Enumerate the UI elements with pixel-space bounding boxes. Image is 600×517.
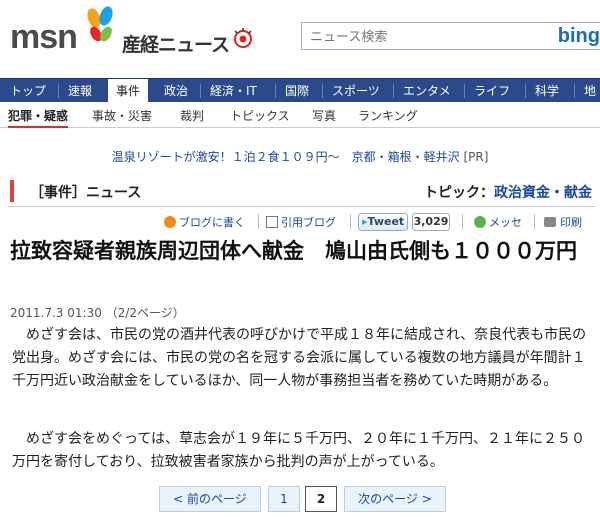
blog-icon (164, 216, 176, 228)
article-dateline: 2011.7.3 01:30 （2/2ページ） (10, 306, 185, 320)
topic-label: トピック： (424, 185, 494, 201)
nav-sokuhou[interactable]: 速報 (60, 79, 100, 103)
print-link[interactable]: 印刷 (544, 214, 582, 230)
print-label: 印刷 (560, 216, 582, 229)
blog-write-label: ブログに書く (179, 216, 245, 229)
tools-divider (258, 214, 259, 229)
messe-label: メッセ (489, 216, 522, 229)
article-paragraph: めざす会をめぐっては、草志会が１９年に５千万円、２０年に１千万円、２１年に２５０… (12, 431, 586, 470)
article-paragraph: めざす会は、市民の党の酒井代表の呼びかけで平成１８年に結成され、奈良代表も市民の… (12, 327, 587, 389)
subnav-hanzai[interactable]: 犯罪・疑惑 (8, 107, 69, 128)
nav-kokusai[interactable]: 国際 (277, 79, 317, 103)
page-1-button[interactable]: 1 (268, 486, 300, 512)
nav-sports[interactable]: スポーツ (324, 79, 388, 103)
nav-seiji[interactable]: 政治 (156, 79, 196, 103)
quote-blog-label: 引用ブログ (281, 216, 336, 229)
printer-icon (544, 217, 556, 227)
pr-ad: 温泉リゾートが激安！１泊２食１０９円〜 京都・箱根・軽井沢 [PR] (0, 148, 600, 165)
nav-top[interactable]: トップ (2, 79, 54, 103)
tweet-count[interactable]: 3,029 (412, 213, 450, 231)
subnav-topics[interactable]: トピックス (230, 107, 290, 124)
tools-divider (350, 214, 351, 229)
nav-divider (525, 84, 526, 98)
search-input[interactable] (310, 27, 540, 47)
msn-butterfly-icon (87, 6, 113, 42)
section-title[interactable]: ［事件］ニュース (30, 182, 141, 202)
site-header: msn 産経ニュース bing (0, 0, 600, 78)
nav-divider (574, 84, 575, 98)
tools-divider (534, 214, 535, 229)
tweet-label: Tweet (367, 215, 405, 228)
prev-page-button[interactable]: < 前のページ (159, 486, 261, 512)
messenger-icon (474, 216, 486, 228)
topic-line: トピック：政治資金・献金 (424, 182, 592, 202)
nav-divider (200, 84, 201, 98)
msn-logo[interactable]: msn (10, 18, 78, 57)
next-page-button[interactable]: 次のページ > (344, 486, 446, 512)
subnav-photo[interactable]: 写真 (312, 107, 336, 124)
nav-life[interactable]: ライフ (466, 79, 518, 103)
section-accent-bar (10, 180, 14, 202)
search-box: bing (301, 22, 600, 50)
subnav-jiko[interactable]: 事故・災害 (92, 107, 152, 124)
topic-link[interactable]: 政治資金・献金 (494, 185, 592, 201)
sankei-news-logo[interactable]: 産経ニュース (122, 30, 230, 57)
subnav-ranking[interactable]: ランキング (358, 107, 418, 124)
bing-logo[interactable]: bing (558, 25, 600, 48)
nav-chihou[interactable]: 地 (576, 79, 600, 103)
nav-divider (464, 84, 465, 98)
nav-jiken[interactable]: 事件 (108, 79, 149, 103)
quote-blog-link[interactable]: 引用ブログ (266, 214, 336, 230)
nav-divider (58, 84, 59, 98)
nav-divider (322, 84, 323, 98)
sankei-mark-icon (234, 28, 252, 48)
nav-keizai[interactable]: 経済・IT (202, 79, 265, 103)
nav-divider (275, 84, 276, 98)
nav-divider (393, 84, 394, 98)
main-nav: トップ 速報 事件 政治 経済・IT 国際 スポーツ エンタメ ライフ 科学 地 (0, 78, 600, 103)
messe-link[interactable]: メッセ (474, 214, 522, 230)
pr-tag: [PR] (463, 150, 489, 164)
nav-kagaku[interactable]: 科学 (527, 79, 567, 103)
page-2-current: 2 (305, 486, 337, 512)
nav-entame[interactable]: エンタメ (395, 79, 459, 103)
pr-ad-link[interactable]: 温泉リゾートが激安！１泊２食１０９円〜 京都・箱根・軽井沢 (112, 150, 460, 164)
blog-write-link[interactable]: ブログに書く (164, 214, 245, 230)
share-tools: ブログに書く 引用ブログ ▸Tweet 3,029 メッセ 印刷 (0, 210, 600, 232)
tweet-button[interactable]: ▸Tweet (358, 213, 408, 231)
section-divider (8, 206, 596, 207)
tools-divider (462, 214, 463, 229)
subnav-saiban[interactable]: 裁判 (180, 107, 204, 124)
article-headline: 拉致容疑者親族周辺団体へ献金 鳩山由氏側も１０００万円 (10, 239, 577, 263)
quote-icon (266, 216, 278, 228)
sub-nav: 犯罪・疑惑 事故・災害 裁判 トピックス 写真 ランキング (0, 102, 600, 128)
